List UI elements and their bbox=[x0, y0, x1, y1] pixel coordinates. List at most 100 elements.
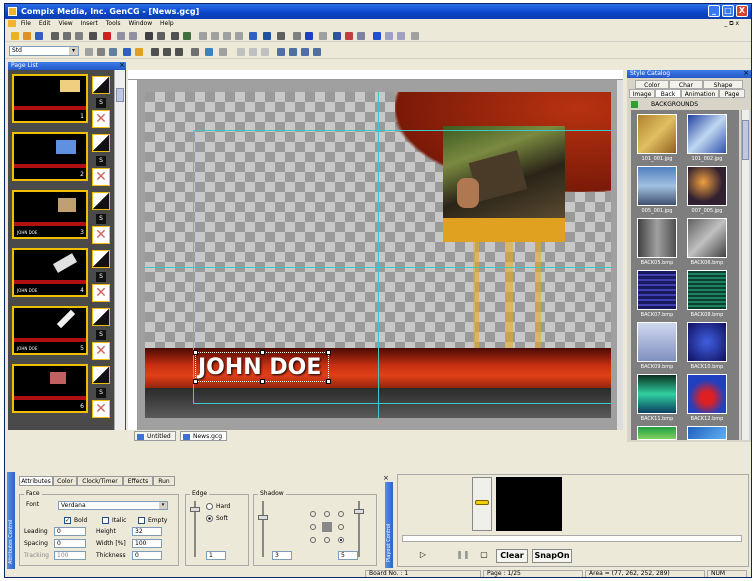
font-select[interactable]: Verdana ▾ bbox=[58, 501, 168, 510]
settings-icon[interactable] bbox=[411, 32, 419, 40]
shadow-angle-thumb[interactable] bbox=[354, 509, 364, 514]
arrow-icon[interactable] bbox=[319, 32, 327, 40]
format-icon[interactable] bbox=[301, 48, 309, 56]
catalog-item[interactable] bbox=[687, 270, 727, 310]
catalog-item[interactable] bbox=[687, 218, 727, 258]
delete-icon[interactable] bbox=[103, 32, 111, 40]
back-icon[interactable] bbox=[249, 48, 257, 56]
scrollbar-thumb[interactable] bbox=[742, 120, 749, 160]
empty-slot-icon[interactable]: ✕ bbox=[92, 226, 110, 244]
close-button[interactable]: X bbox=[736, 5, 748, 17]
tab-back[interactable]: Back bbox=[655, 89, 681, 98]
page-preview-icon[interactable] bbox=[92, 308, 110, 326]
undo-icon[interactable] bbox=[117, 32, 125, 40]
last-page-icon[interactable] bbox=[235, 32, 243, 40]
layout-icon[interactable] bbox=[313, 48, 321, 56]
edge-input[interactable]: 1 bbox=[206, 551, 226, 560]
tab-clock-timer[interactable]: Clock/Timer bbox=[77, 476, 123, 486]
italic-checkbox[interactable] bbox=[102, 517, 109, 524]
play-icon[interactable] bbox=[373, 32, 381, 40]
catalog-item[interactable] bbox=[637, 374, 677, 414]
resize-handle[interactable] bbox=[260, 379, 265, 384]
minimize-button[interactable]: _ bbox=[708, 5, 720, 17]
menu-view[interactable]: View bbox=[58, 20, 72, 27]
thickness-input[interactable]: 0 bbox=[132, 551, 162, 560]
tab-animation[interactable]: Animation bbox=[681, 89, 719, 98]
tab-shape[interactable]: Shape bbox=[703, 80, 743, 89]
shadow-distance-input[interactable]: 3 bbox=[272, 551, 292, 560]
scrollbar-thumb[interactable] bbox=[116, 88, 124, 102]
resize-handle[interactable] bbox=[193, 350, 198, 355]
catalog-item[interactable] bbox=[687, 426, 727, 440]
empty-slot-icon[interactable]: ✕ bbox=[92, 168, 110, 186]
select-tool-icon[interactable] bbox=[85, 48, 93, 56]
run-icon[interactable] bbox=[305, 32, 313, 40]
play-icon[interactable]: ▷ bbox=[416, 549, 430, 563]
save-icon[interactable] bbox=[35, 32, 43, 40]
menu-edit[interactable]: Edit bbox=[39, 20, 51, 27]
empty-slot-icon[interactable]: ✕ bbox=[92, 110, 110, 128]
unlock-icon[interactable] bbox=[157, 32, 165, 40]
copy-icon[interactable] bbox=[63, 32, 71, 40]
grid-icon[interactable] bbox=[357, 32, 365, 40]
catalog-item[interactable] bbox=[637, 322, 677, 362]
menu-help[interactable]: Help bbox=[160, 20, 174, 27]
shape-tool-icon[interactable] bbox=[109, 48, 117, 56]
catalog-item[interactable] bbox=[687, 114, 727, 154]
tab-untitled[interactable]: Untitled bbox=[134, 431, 176, 441]
soft-radio[interactable] bbox=[206, 515, 213, 522]
text-tool-icon[interactable] bbox=[97, 48, 105, 56]
pause-icon[interactable]: ❚❚ bbox=[456, 549, 470, 563]
page-thumb[interactable]: JOHN DOE 3 bbox=[12, 190, 88, 239]
catalog-item[interactable] bbox=[637, 270, 677, 310]
close-icon[interactable]: × bbox=[383, 474, 389, 482]
menu-insert[interactable]: Insert bbox=[81, 20, 98, 27]
edge-slider-thumb[interactable] bbox=[190, 507, 200, 512]
group-icon[interactable] bbox=[171, 32, 179, 40]
catalog-item[interactable] bbox=[637, 166, 677, 206]
output-icon[interactable] bbox=[263, 32, 271, 40]
layer-icon[interactable] bbox=[345, 32, 353, 40]
copy-style-icon[interactable] bbox=[277, 48, 285, 56]
frame-icon[interactable] bbox=[277, 32, 285, 40]
width-input[interactable]: 100 bbox=[132, 539, 162, 548]
page-thumb[interactable]: JOHN DOE 5 bbox=[12, 306, 88, 355]
chevron-down-icon[interactable]: ▾ bbox=[159, 502, 167, 509]
front-icon[interactable] bbox=[237, 48, 245, 56]
style-tool-icon[interactable] bbox=[123, 48, 131, 56]
tab-effects[interactable]: Effects bbox=[123, 476, 153, 486]
folder-icon[interactable] bbox=[631, 101, 638, 108]
fader-handle[interactable] bbox=[475, 500, 489, 505]
resize-handle[interactable] bbox=[326, 350, 331, 355]
resize-handle[interactable] bbox=[326, 379, 331, 384]
menu-window[interactable]: Window bbox=[128, 20, 152, 27]
hard-radio[interactable] bbox=[206, 503, 213, 510]
ungroup-icon[interactable] bbox=[183, 32, 191, 40]
timeline-slider[interactable] bbox=[402, 535, 742, 542]
catalog-item[interactable] bbox=[637, 114, 677, 154]
stop-icon[interactable] bbox=[397, 32, 405, 40]
transition-fader[interactable] bbox=[472, 477, 492, 531]
snap-button[interactable]: SnapOn bbox=[532, 549, 572, 563]
page-preview-icon[interactable] bbox=[92, 134, 110, 152]
tab-run[interactable]: Run bbox=[153, 476, 175, 486]
tab-color[interactable]: Color bbox=[635, 80, 669, 89]
empty-slot-icon[interactable]: ✕ bbox=[92, 342, 110, 360]
style-dropdown[interactable]: Std ▾ bbox=[9, 46, 79, 56]
shadow-direction-picker[interactable] bbox=[310, 511, 346, 547]
next-page-icon[interactable] bbox=[223, 32, 231, 40]
prev-page-icon[interactable] bbox=[211, 32, 219, 40]
page-thumb[interactable]: JOHN DOE 4 bbox=[12, 248, 88, 297]
catalog-item[interactable] bbox=[687, 322, 727, 362]
step-icon[interactable] bbox=[385, 32, 393, 40]
resize-handle[interactable] bbox=[193, 379, 198, 384]
align-left-icon[interactable] bbox=[151, 48, 159, 56]
tab-image[interactable]: Image bbox=[629, 89, 655, 98]
empty-slot-icon[interactable]: ✕ bbox=[92, 284, 110, 302]
paste-style-icon[interactable] bbox=[289, 48, 297, 56]
redo-icon[interactable] bbox=[129, 32, 137, 40]
clear-button[interactable]: Clear bbox=[496, 549, 528, 563]
table-icon[interactable] bbox=[293, 32, 301, 40]
leading-input[interactable]: 0 bbox=[54, 527, 86, 536]
spacing-input[interactable]: 0 bbox=[54, 539, 86, 548]
